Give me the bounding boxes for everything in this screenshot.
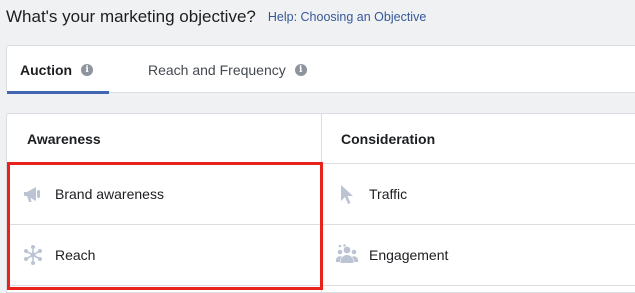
- objective-engagement[interactable]: Engagement: [335, 225, 448, 285]
- objective-label: Traffic: [369, 186, 408, 202]
- column-heading-consideration: Consideration: [341, 131, 436, 147]
- megaphone-icon: [21, 182, 45, 206]
- help-link[interactable]: Help: Choosing an Objective: [268, 10, 426, 24]
- info-icon[interactable]: i: [81, 63, 94, 76]
- tab-auction[interactable]: Auction i: [7, 46, 109, 94]
- info-icon[interactable]: i: [294, 63, 307, 76]
- objective-traffic[interactable]: Traffic: [335, 164, 407, 224]
- page-title: What's your marketing objective?: [6, 7, 256, 26]
- objective-label: Engagement: [369, 247, 449, 263]
- objective-reach[interactable]: Reach: [21, 225, 95, 285]
- objective-label: Reach: [55, 247, 96, 263]
- cursor-arrow-icon: [335, 182, 359, 206]
- tab-auction-label: Auction: [20, 61, 73, 78]
- objective-grid: Awareness Consideration Brand awareness: [6, 113, 635, 293]
- reach-snowflake-icon: [21, 243, 45, 267]
- tab-reach-frequency-label: Reach and Frequency: [148, 61, 286, 78]
- objective-label: Brand awareness: [55, 186, 164, 202]
- tab-reach-and-frequency[interactable]: Reach and Frequency i: [148, 46, 307, 93]
- objective-brand-awareness[interactable]: Brand awareness: [21, 164, 164, 224]
- buying-type-tabs: Auction i Reach and Frequency i: [6, 45, 635, 94]
- column-heading-awareness: Awareness: [27, 131, 101, 147]
- objective-header: What's your marketing objective? Help: C…: [6, 0, 426, 34]
- people-icon: [335, 243, 359, 267]
- column-divider: [321, 114, 322, 292]
